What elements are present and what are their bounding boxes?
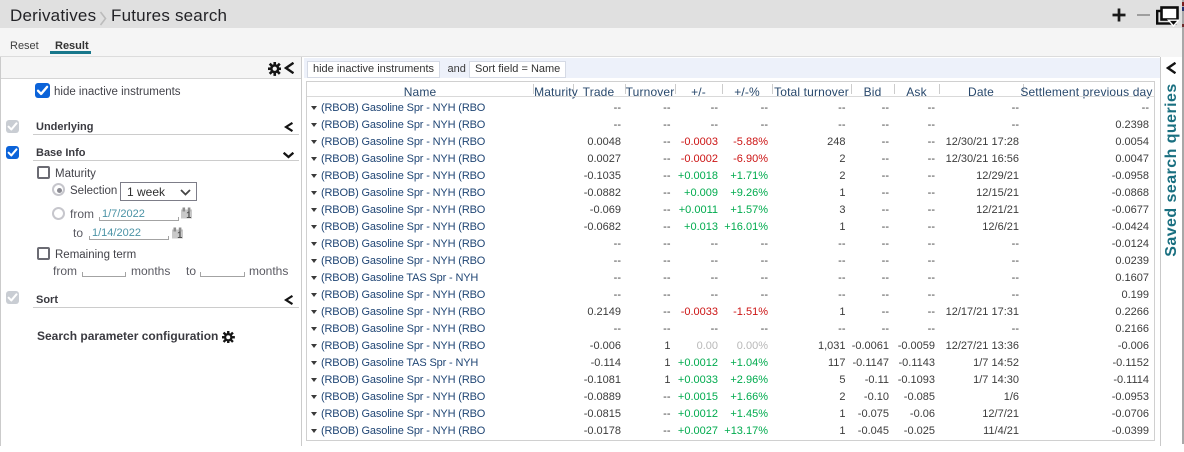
svg-text:1: 1 — [177, 230, 182, 239]
svg-text:1: 1 — [186, 210, 191, 219]
